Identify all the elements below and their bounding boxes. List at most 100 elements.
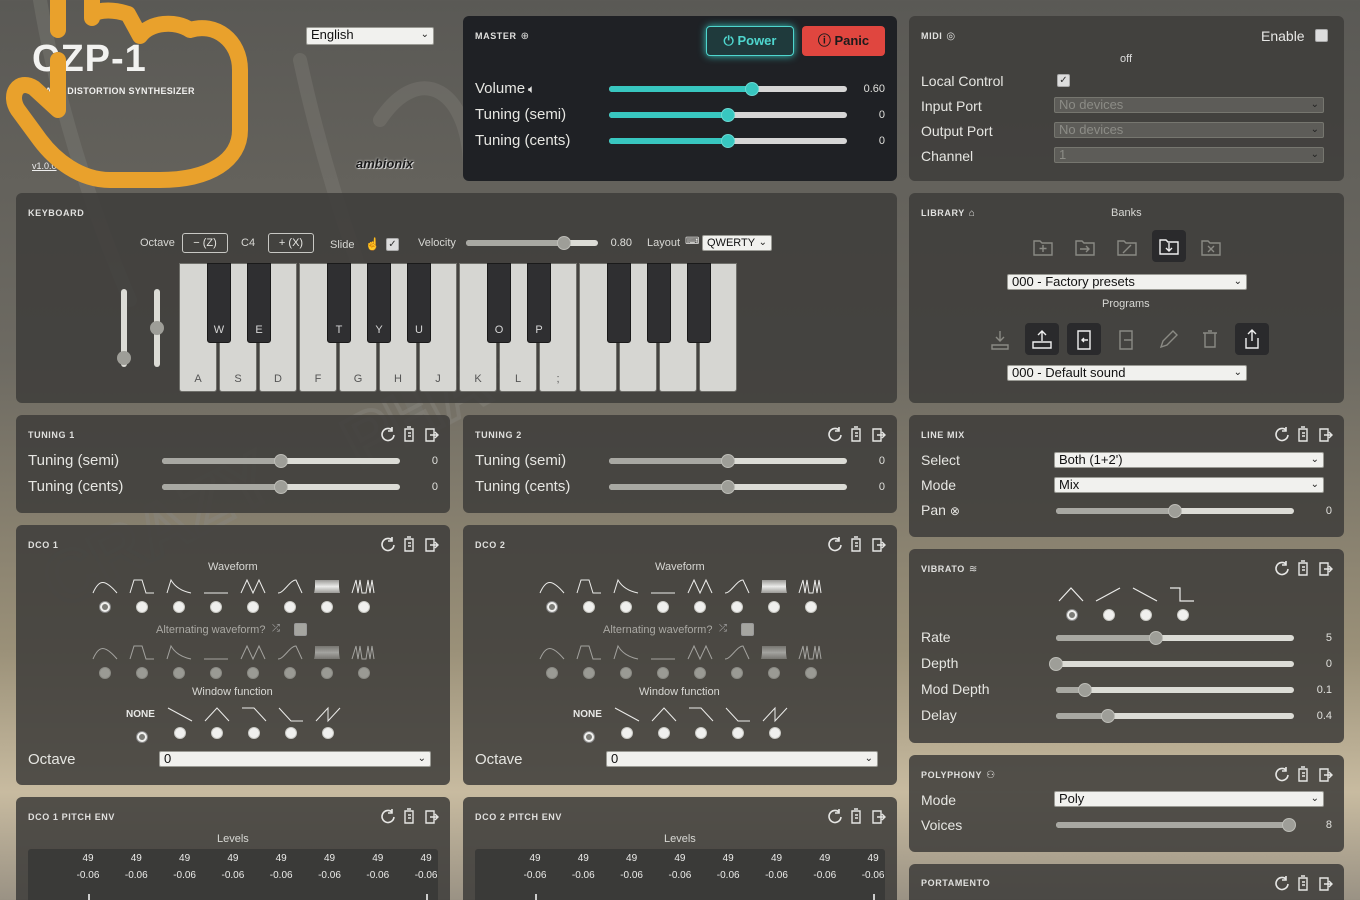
dco2-alt-waveform-radio-5[interactable] — [694, 667, 706, 679]
dco1-waveform-radio-3[interactable] — [173, 601, 185, 613]
master-tuning-cents-slider[interactable] — [609, 134, 847, 148]
velocity-slider[interactable] — [466, 236, 598, 250]
dco1-window-radio-3[interactable] — [248, 727, 260, 739]
vibrato-rate-slider-thumb[interactable] — [1148, 631, 1163, 645]
dco2-alt-waveform-radio-1[interactable] — [546, 667, 558, 679]
dco2-window-radio-4[interactable] — [732, 727, 744, 739]
black-key[interactable]: O — [487, 263, 511, 343]
master-tuning-semi-slider-thumb[interactable] — [721, 108, 735, 122]
tuning2-paste-icon[interactable] — [869, 425, 887, 443]
tuning1-reset-icon[interactable] — [378, 425, 396, 443]
rename-bank-button[interactable] — [1110, 231, 1144, 263]
dco1-window-radio-2[interactable] — [211, 727, 223, 739]
dco2-alt-waveform-radio-3[interactable] — [620, 667, 632, 679]
dco2-waveform-radio-1[interactable] — [546, 601, 558, 613]
octave-down-button[interactable]: − (Z) — [182, 233, 228, 253]
tuning2-cents-slider-thumb[interactable] — [721, 480, 735, 494]
dco2-alt-waveform-radio-6[interactable] — [731, 667, 743, 679]
env2-reset-icon[interactable] — [825, 807, 843, 825]
dco1-reset-icon[interactable] — [378, 535, 396, 553]
dco2-waveform-radio-5[interactable] — [694, 601, 706, 613]
program-share-button[interactable] — [1235, 323, 1269, 355]
panic-button[interactable]: ⓘ Panic — [802, 26, 885, 56]
tuning2-copy-icon[interactable] — [847, 425, 865, 443]
black-key[interactable]: W — [207, 263, 231, 343]
dco2-octave-select[interactable]: 0 ⌄ — [606, 751, 878, 767]
dco1-waveform-radio-1[interactable] — [99, 601, 111, 613]
black-key[interactable]: P — [527, 263, 551, 343]
vibrato-depth-slider[interactable] — [1049, 657, 1294, 671]
dco1-alt-waveform-radio-3[interactable] — [173, 667, 185, 679]
dco1-alt-waveform-radio-6[interactable] — [284, 667, 296, 679]
power-button[interactable]: ⏻ Power — [706, 26, 794, 56]
delete-bank-button[interactable] — [1194, 231, 1228, 263]
dco1-waveform-radio-6[interactable] — [284, 601, 296, 613]
vibrato-delay-slider[interactable] — [1056, 709, 1294, 723]
vibrato-paste-icon[interactable] — [1316, 559, 1334, 577]
env1-reset-icon[interactable] — [378, 807, 396, 825]
polyphony-paste-icon[interactable] — [1316, 765, 1334, 783]
tuning2-reset-icon[interactable] — [825, 425, 843, 443]
dco2-copy-icon[interactable] — [847, 535, 865, 553]
midi-enable-checkbox[interactable] — [1315, 29, 1328, 42]
dco2-window-radio-none[interactable] — [583, 731, 595, 743]
portamento-reset-icon[interactable] — [1272, 874, 1290, 892]
dco1-alt-waveform-radio-8[interactable] — [358, 667, 370, 679]
env1-paste-icon[interactable] — [422, 807, 440, 825]
env1-copy-icon[interactable] — [400, 807, 418, 825]
vib-wave-radio-3[interactable] — [1140, 609, 1152, 621]
env2-level-slider-start[interactable] — [535, 894, 537, 900]
dco2-waveform-radio-2[interactable] — [583, 601, 595, 613]
vibrato-delay-slider-thumb[interactable] — [1101, 709, 1116, 723]
env1-level-slider-end[interactable] — [426, 894, 428, 900]
dco1-window-radio-5[interactable] — [322, 727, 334, 739]
input-port-select[interactable]: No devices ⌄ — [1054, 97, 1324, 113]
dco2-alt-waveform-radio-4[interactable] — [657, 667, 669, 679]
linemix-copy-icon[interactable] — [1294, 425, 1312, 443]
output-port-select[interactable]: No devices ⌄ — [1054, 122, 1324, 138]
dco2-window-radio-1[interactable] — [621, 727, 633, 739]
bank-select[interactable]: 000 - Factory presets ⌄ — [1007, 274, 1247, 290]
new-bank-button[interactable] — [1026, 231, 1060, 263]
tuning1-copy-icon[interactable] — [400, 425, 418, 443]
dco2-alt-waveform-radio-8[interactable] — [805, 667, 817, 679]
dco2-waveform-radio-4[interactable] — [657, 601, 669, 613]
dco1-window-radio-1[interactable] — [174, 727, 186, 739]
dco2-window-radio-2[interactable] — [658, 727, 670, 739]
black-key[interactable]: Y — [367, 263, 391, 343]
program-delete-button[interactable] — [1193, 323, 1227, 355]
dco2-alt-waveform-radio-2[interactable] — [583, 667, 595, 679]
vibrato-copy-icon[interactable] — [1294, 559, 1312, 577]
local-control-checkbox[interactable]: ✓ — [1057, 74, 1070, 87]
portamento-copy-icon[interactable] — [1294, 874, 1312, 892]
program-rename-button[interactable] — [1151, 323, 1185, 355]
black-key[interactable] — [687, 263, 711, 343]
env2-copy-icon[interactable] — [847, 807, 865, 825]
polyphony-copy-icon[interactable] — [1294, 765, 1312, 783]
dco2-window-radio-3[interactable] — [695, 727, 707, 739]
pitch-bend-slider[interactable] — [117, 289, 131, 367]
portamento-paste-icon[interactable] — [1316, 874, 1334, 892]
dco1-alt-checkbox[interactable] — [294, 623, 307, 636]
black-key[interactable]: T — [327, 263, 351, 343]
dco1-window-radio-4[interactable] — [285, 727, 297, 739]
dco1-paste-icon[interactable] — [422, 535, 440, 553]
dco1-alt-waveform-radio-5[interactable] — [247, 667, 259, 679]
program-paste-button[interactable] — [1067, 323, 1101, 355]
language-select[interactable]: English ⌄ — [306, 27, 434, 45]
tuning1-semi-slider-thumb[interactable] — [274, 454, 288, 468]
dco1-copy-icon[interactable] — [400, 535, 418, 553]
black-key[interactable] — [647, 263, 671, 343]
program-upload-button[interactable] — [1025, 323, 1059, 355]
vibrato-mod-depth-slider[interactable] — [1056, 683, 1294, 697]
linemix-reset-icon[interactable] — [1272, 425, 1290, 443]
dco1-octave-select[interactable]: 0 ⌄ — [159, 751, 431, 767]
dco2-alt-checkbox[interactable] — [741, 623, 754, 636]
dco1-waveform-radio-2[interactable] — [136, 601, 148, 613]
dco2-alt-waveform-radio-7[interactable] — [768, 667, 780, 679]
vib-wave-radio-4[interactable] — [1177, 609, 1189, 621]
tuning1-paste-icon[interactable] — [422, 425, 440, 443]
tuning1-cents-slider[interactable] — [162, 480, 400, 494]
channel-select[interactable]: 1 ⌄ — [1054, 147, 1324, 163]
dco1-waveform-radio-5[interactable] — [247, 601, 259, 613]
